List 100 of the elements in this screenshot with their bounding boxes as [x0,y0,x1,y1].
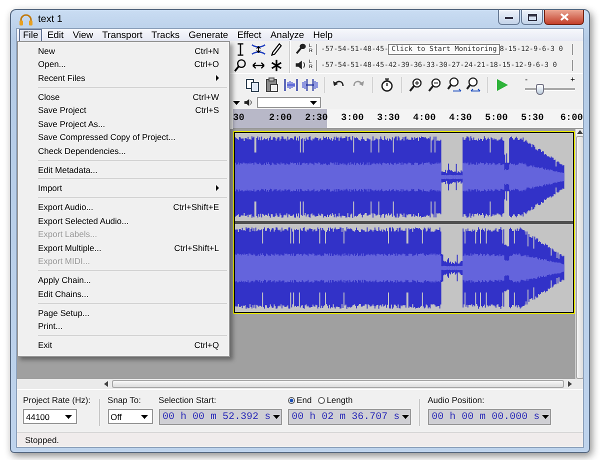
close-icon [560,13,568,21]
asterisk-icon[interactable] [269,58,284,72]
audio-track[interactable] [233,131,575,314]
radio-label: Length [326,395,353,406]
menu-item[interactable]: Open... [38,59,194,70]
menu-item[interactable]: Print... [38,321,219,332]
copy-icon[interactable] [245,77,261,94]
speaker-icon[interactable] [243,97,254,108]
project-rate-combo[interactable]: 44100 [23,409,77,424]
snap-to-dropdown[interactable]: Off [108,409,153,424]
stopwatch-icon[interactable] [379,77,395,94]
menu-item[interactable]: Exit [38,340,194,350]
caret-icon [402,415,409,419]
menu-item[interactable]: Analyze [266,29,308,42]
menu-item[interactable]: Generate [184,29,232,42]
magnifier-arrow-icon[interactable] [446,77,462,94]
shortcut-label: Ctrl+N [194,46,219,56]
field-label: Selection Start: [158,395,218,406]
menu-item[interactable]: Export Selected Audio... [38,216,219,226]
shortcut-label: Ctrl+O [194,59,219,70]
scrollbar-thumb[interactable] [112,380,564,388]
menu-item[interactable]: Help [309,29,337,42]
field-label: Snap To: [108,395,142,406]
paste-icon[interactable] [264,77,280,94]
submenu-arrow-icon [216,74,219,81]
caret-icon [310,100,317,105]
menu-item[interactable]: Edit Chains... [38,288,219,299]
microphone-icon[interactable] [294,42,308,56]
trim-icon[interactable] [283,77,299,94]
menu-item[interactable]: View [68,29,98,42]
menu-item[interactable]: Transport [98,29,146,42]
time-label: 4:00 [413,112,437,122]
minimize-button[interactable] [498,10,520,25]
caret-icon [65,414,72,418]
menu-item[interactable]: Recent Files [38,72,216,83]
status-text: Stopped. [25,434,60,444]
slider-min-label: - [525,76,528,84]
time-label: 3:30 [377,112,401,122]
time-label: 6:00 [559,112,583,122]
time-label: 3:00 [341,112,365,122]
radio-label: End [296,395,312,406]
menu-item[interactable]: Check Dependencies... [38,146,219,156]
time-label: 2:00 [269,112,293,122]
shortcut-label: Ctrl+Q [194,340,219,350]
menu-item[interactable]: Save Project As... [38,118,219,129]
radio-button[interactable] [318,397,325,404]
magnifier-icon[interactable] [233,58,248,72]
scrollbar-thumb[interactable] [576,136,583,379]
time-label: 4:30 [449,112,473,122]
pencil-icon[interactable] [269,42,284,56]
menu-item[interactable]: Edit [43,29,68,42]
radio-button[interactable] [288,397,295,404]
minimize-icon [505,14,513,20]
caret-icon [140,414,148,418]
audio-position-field[interactable]: 00 h 00 m 00.000 s [428,409,551,425]
maximize-button[interactable] [521,10,543,25]
menu-item[interactable]: Edit Metadata... [38,164,219,175]
field-label: Project Rate (Hz): [23,395,91,406]
field-label: Audio Position: [428,395,486,406]
menu-item[interactable]: Apply Chain... [38,275,219,286]
submenu-arrow-icon [216,185,219,192]
silence-icon[interactable] [302,77,318,94]
menu-item[interactable]: Save Project [38,105,196,116]
zoom-in-icon[interactable] [408,77,424,94]
envelope-tool-icon[interactable] [251,42,266,56]
time-label: 5:30 [521,112,545,122]
shortcut-label: Ctrl+Shift+L [174,242,219,253]
menu-item[interactable]: File [19,29,42,42]
slider-thumb[interactable] [536,84,544,95]
window-title: text 1 [38,14,64,24]
magnifier-arrow-icon[interactable] [465,77,481,94]
selection-start-field[interactable]: 00 h 00 m 52.392 s [158,409,282,425]
menu-item[interactable]: Close [38,92,193,102]
shortcut-label: Ctrl+Shift+E [173,202,219,212]
close-button[interactable] [544,10,584,25]
menu-item[interactable]: Page Setup... [38,308,219,318]
shortcut-label: Ctrl+S [195,105,219,116]
menu-item[interactable]: Export Multiple... [38,242,174,253]
slider-max-label: + [570,76,575,84]
timeline-ruler[interactable]: 30 2:00 2:30 3:00 3:30 4:00 4:30 5:00 5:30 6:00 [233,109,583,129]
maximize-icon [528,14,536,20]
scroll-left-icon[interactable] [103,381,108,387]
headphones-icon [19,12,33,26]
time-label: 2:30 [305,112,329,122]
menu-item[interactable]: Effect [233,29,266,42]
menu-item[interactable]: New [38,46,195,56]
menu-item[interactable]: Import [38,183,216,194]
speaker-icon[interactable] [294,58,308,72]
zoom-out-icon[interactable] [427,77,443,94]
menu-item[interactable]: Export Audio... [38,202,174,212]
caret-icon [272,415,280,419]
selection-end-field[interactable]: 00 h 02 m 36.707 s [288,409,411,425]
menu-item[interactable]: Save Compressed Copy of Project... [38,132,219,142]
scroll-right-icon[interactable] [568,381,573,387]
caret-icon [233,100,240,105]
caret-icon [542,415,549,419]
time-label: 30 [233,112,246,122]
time-label: 5:00 [485,112,509,122]
menu-item[interactable]: Tracks [147,29,184,42]
shortcut-label: Ctrl+W [192,92,219,102]
